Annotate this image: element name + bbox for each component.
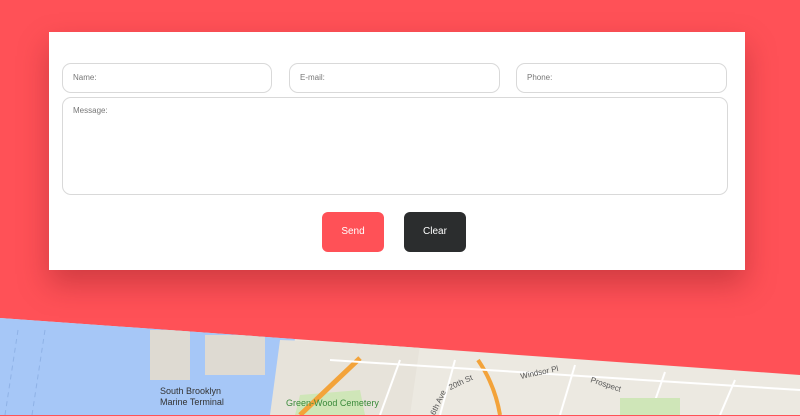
map-label-terminal-line1: South Brooklyn — [160, 386, 222, 396]
message-field[interactable]: Message: — [62, 97, 728, 195]
name-field[interactable]: Name: — [62, 63, 272, 93]
send-button[interactable]: Send — [322, 212, 384, 252]
contact-form-card: Name: E-mail: Phone: Message: Send Clear — [49, 32, 745, 270]
map-label-terminal-line2: Marine Terminal — [160, 397, 224, 407]
email-placeholder: E-mail: — [300, 73, 325, 82]
map-label-cemetery: Green-Wood Cemetery — [286, 398, 379, 408]
map-terminal-pier — [150, 330, 190, 380]
map-label-terminal: South Brooklyn Marine Terminal — [160, 386, 224, 408]
email-field[interactable]: E-mail: — [289, 63, 500, 93]
phone-field[interactable]: Phone: — [516, 63, 727, 93]
message-placeholder: Message: — [73, 106, 108, 115]
name-placeholder: Name: — [73, 73, 97, 82]
phone-placeholder: Phone: — [527, 73, 553, 82]
clear-button[interactable]: Clear — [404, 212, 466, 252]
